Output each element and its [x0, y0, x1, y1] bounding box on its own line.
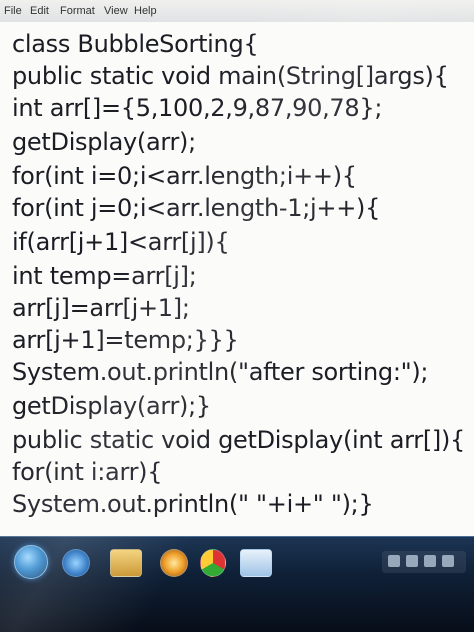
code-line: int temp=arr[j];: [12, 262, 197, 290]
code-line: System.out.println(" "+i+" ");}: [12, 490, 374, 518]
notepad-menubar: File Edit Format View Help: [0, 0, 474, 23]
code-line: class BubbleSorting{: [12, 30, 259, 58]
code-line: public static void getDisplay(int arr[])…: [12, 426, 466, 454]
menu-view[interactable]: View: [104, 5, 128, 17]
tray-battery-icon[interactable]: [442, 555, 454, 567]
tray-flag-icon[interactable]: [388, 555, 400, 567]
system-tray: [382, 551, 466, 573]
media-player-icon[interactable]: [160, 549, 188, 577]
code-line: for(int j=0;i<arr.length-1;j++){: [12, 194, 381, 222]
chrome-icon[interactable]: [200, 549, 226, 577]
code-line: arr[j+1]=temp;}}}: [12, 326, 239, 354]
code-line: getDisplay(arr);: [12, 128, 196, 156]
start-orb-icon[interactable]: [14, 545, 48, 579]
tray-network-icon[interactable]: [406, 555, 418, 567]
notepad-icon[interactable]: [240, 549, 272, 577]
menu-file[interactable]: File: [4, 5, 22, 17]
code-line: if(arr[j+1]<arr[j]){: [12, 228, 230, 256]
menu-format[interactable]: Format: [60, 5, 95, 17]
code-line: public static void main(String[]args){: [12, 62, 449, 90]
windows-taskbar: [0, 536, 474, 632]
screen: File Edit Format View Help class BubbleS…: [0, 0, 474, 632]
code-line: int arr[]={5,100,2,9,87,90,78};: [12, 94, 383, 122]
text-editor-area[interactable]: class BubbleSorting{ public static void …: [0, 22, 474, 542]
code-line: for(int i=0;i<arr.length;i++){: [12, 162, 357, 190]
code-line: getDisplay(arr);}: [12, 392, 211, 420]
code-line: System.out.println("after sorting:");: [12, 358, 429, 386]
code-line: arr[j]=arr[j+1];: [12, 294, 190, 322]
folder-icon[interactable]: [110, 549, 142, 577]
menu-help[interactable]: Help: [134, 5, 157, 17]
menu-edit[interactable]: Edit: [30, 5, 49, 17]
code-line: for(int i:arr){: [12, 458, 163, 486]
ie-icon[interactable]: [62, 549, 90, 577]
tray-volume-icon[interactable]: [424, 555, 436, 567]
